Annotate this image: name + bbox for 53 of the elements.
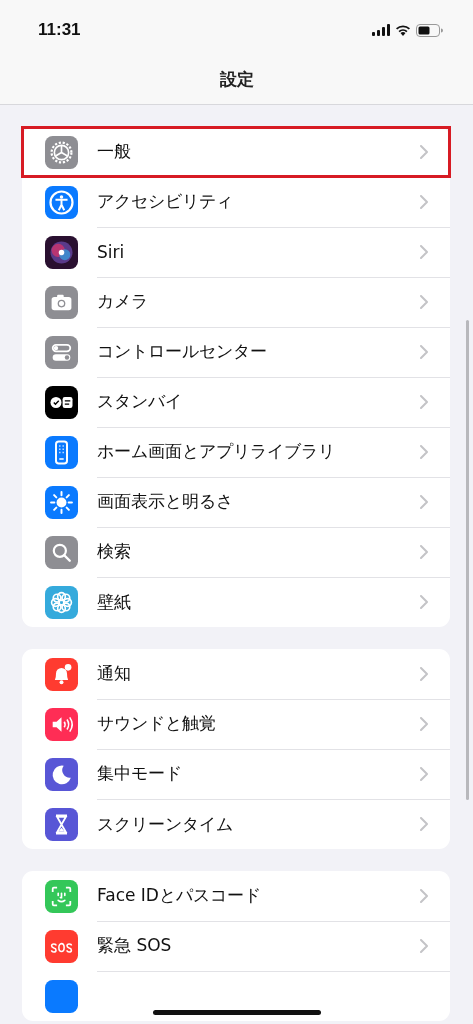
- chevron-icon: [420, 544, 428, 559]
- row-label: Siri: [97, 241, 125, 262]
- settings-row[interactable]: Siri: [22, 227, 450, 277]
- row-label: 一般: [97, 140, 131, 163]
- settings-row[interactable]: ホーム画面とアプリライブラリ: [22, 427, 450, 477]
- settings-row[interactable]: スタンバイ: [22, 377, 450, 427]
- row-label: ホーム画面とアプリライブラリ: [97, 440, 335, 463]
- row-label: サウンドと触覚: [97, 712, 216, 735]
- settings-row[interactable]: 検索: [22, 527, 450, 577]
- row-label: スタンバイ: [97, 390, 182, 413]
- settings-row[interactable]: コントロールセンター: [22, 327, 450, 377]
- settings-row[interactable]: 集中モード: [22, 749, 450, 799]
- chevron-icon: [420, 294, 428, 309]
- row-label: Face IDとパスコード: [97, 884, 261, 907]
- row-label: 画面表示と明るさ: [97, 490, 233, 513]
- settings-row[interactable]: 緊急 SOS: [22, 921, 450, 971]
- wifi-icon: [395, 24, 411, 36]
- status-time: 11:31: [38, 20, 81, 40]
- chevron-icon: [420, 394, 428, 409]
- row-label: 集中モード: [97, 762, 182, 785]
- row-label: 緊急 SOS: [97, 934, 172, 957]
- row-label: カメラ: [97, 290, 148, 313]
- chevron-icon: [420, 494, 428, 509]
- chevron-icon: [420, 938, 428, 953]
- row-label: コントロールセンター: [97, 340, 267, 363]
- settings-row[interactable]: スクリーンタイム: [22, 799, 450, 849]
- chevron-icon: [420, 716, 428, 731]
- chevron-icon: [420, 666, 428, 681]
- chevron-icon: [420, 817, 428, 831]
- row-label: アクセシビリティ: [97, 190, 233, 213]
- chevron-icon: [420, 144, 428, 159]
- settings-row[interactable]: アクセシビリティ: [22, 177, 450, 227]
- row-label: スクリーンタイム: [97, 812, 233, 836]
- chevron-icon: [420, 444, 428, 459]
- settings-row[interactable]: 画面表示と明るさ: [22, 477, 450, 527]
- chevron-icon: [420, 595, 428, 609]
- chevron-icon: [420, 766, 428, 781]
- row-label: 通知: [97, 662, 131, 685]
- chevron-icon: [420, 244, 428, 259]
- settings-row[interactable]: 一般: [22, 127, 450, 177]
- settings-row[interactable]: サウンドと触覚: [22, 699, 450, 749]
- settings-row[interactable]: 壁紙: [22, 577, 450, 627]
- battery-icon: [416, 23, 443, 37]
- settings-row[interactable]: カメラ: [22, 277, 450, 327]
- chevron-icon: [420, 888, 428, 903]
- row-label: 壁紙: [97, 590, 131, 614]
- page-title: 設定: [218, 68, 255, 91]
- chevron-icon: [420, 194, 428, 209]
- signal-icon: [372, 24, 390, 36]
- chevron-icon: [420, 344, 428, 359]
- settings-row[interactable]: Face IDとパスコード: [22, 871, 450, 921]
- settings-row[interactable]: 通知: [22, 649, 450, 699]
- row-label: 検索: [97, 540, 131, 563]
